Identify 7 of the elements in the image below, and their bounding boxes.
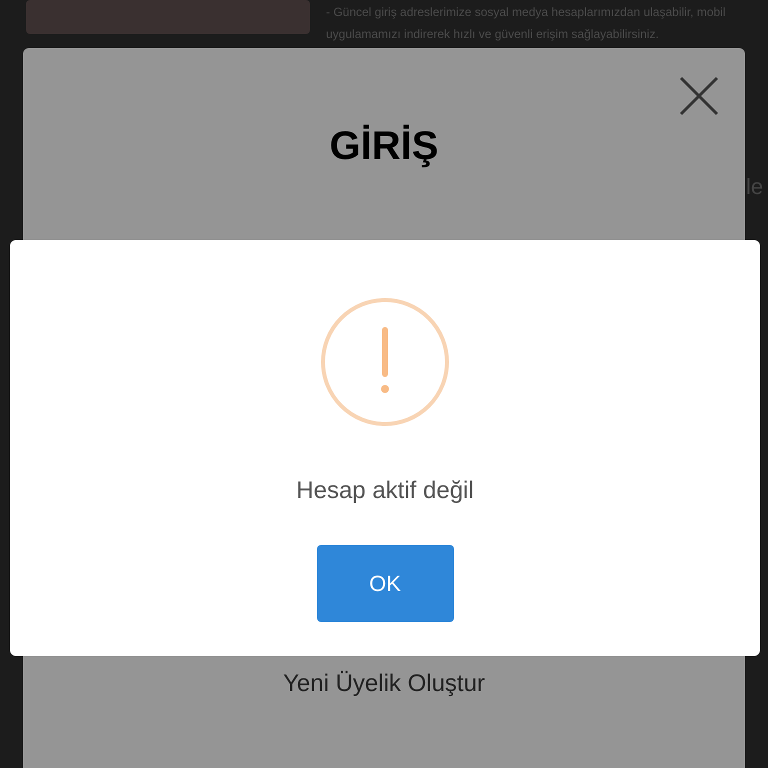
warning-icon (320, 297, 450, 427)
modal-title: GİRİŞ (330, 126, 438, 166)
close-button[interactable] (677, 74, 721, 118)
ok-button[interactable]: OK (316, 545, 454, 622)
close-icon (679, 76, 719, 116)
alert-message: Hesap aktif değil (296, 476, 474, 506)
register-link[interactable]: Yeni Üyelik Oluştur (283, 666, 485, 702)
